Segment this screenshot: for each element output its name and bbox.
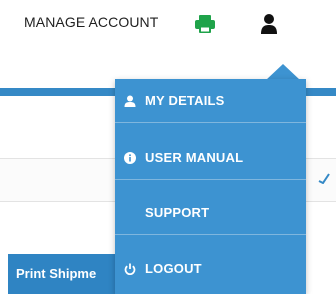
menu-item-logout[interactable]: LOGOUT [115,247,306,290]
menu-divider [115,234,306,235]
info-icon [123,151,137,165]
menu-item-label: USER MANUAL [145,150,244,165]
user-icon[interactable] [260,13,278,35]
menu-item-my-details[interactable]: MY DETAILS [115,79,306,122]
dropdown-caret [266,64,300,80]
account-dropdown-menu: MY DETAILS USER MANUAL SUPPORT LOGOUT [115,79,306,294]
menu-divider [115,122,306,123]
power-icon [123,262,137,276]
menu-item-label: LOGOUT [145,261,202,276]
print-shipment-label: Print Shipme [16,266,97,281]
checkmark-icon [318,173,330,184]
menu-item-support[interactable]: SUPPORT [115,191,306,234]
menu-divider [115,179,306,180]
manage-account-label[interactable]: MANAGE ACCOUNT [24,14,158,30]
menu-item-label: SUPPORT [145,205,210,220]
user-icon [123,94,137,108]
printer-icon[interactable] [194,14,216,34]
menu-item-user-manual[interactable]: USER MANUAL [115,136,306,179]
menu-item-label: MY DETAILS [145,93,225,108]
support-icon-placeholder [123,206,137,220]
